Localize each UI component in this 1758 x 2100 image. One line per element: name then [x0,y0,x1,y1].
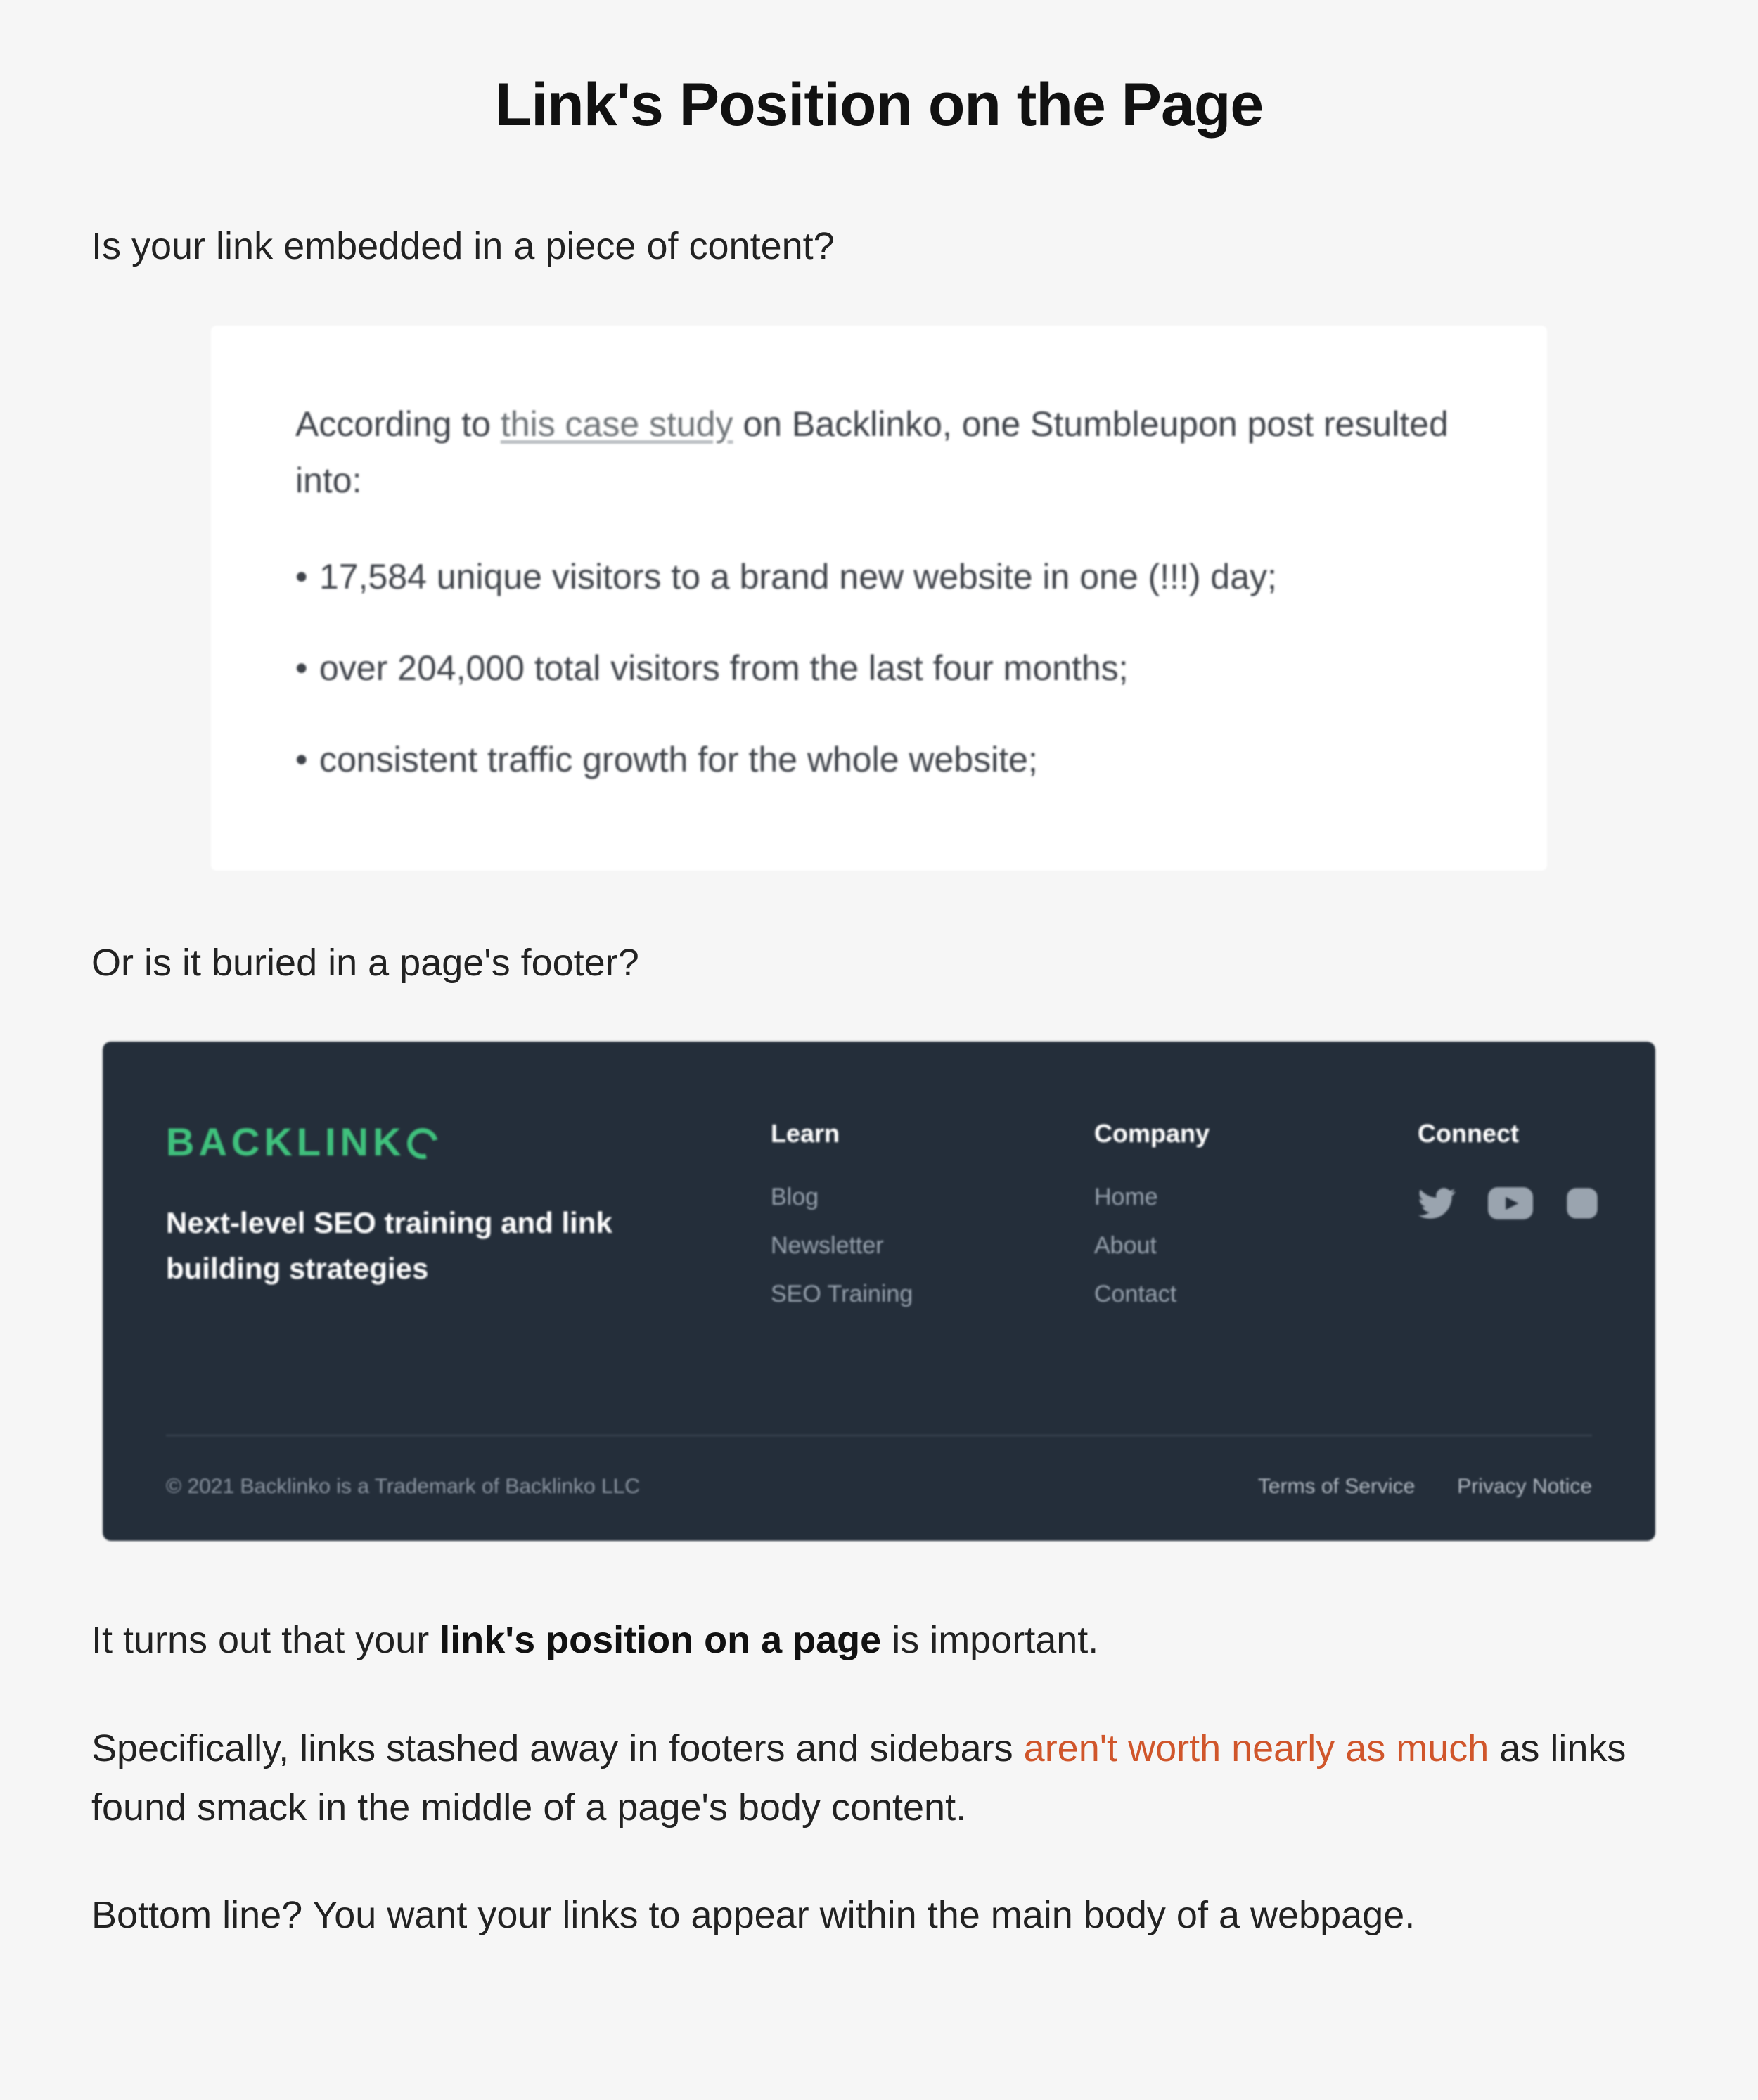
bullet-item: 17,584 unique visitors to a brand new we… [295,551,1463,603]
body-para-specifically: Specifically, links stashed away in foot… [91,1720,1667,1837]
footer-link-seo-training[interactable]: SEO Training [771,1281,1066,1308]
footer-divider [166,1435,1592,1436]
brand-logo: BACKLINK [166,1119,743,1165]
section-heading: Link's Position on the Page [91,70,1667,140]
footer-col-title: Learn [771,1119,1066,1148]
intro-question-1: Is your link embedded in a piece of cont… [91,217,1667,276]
brand-text: BACKLINK [166,1119,405,1165]
case-study-link[interactable]: this case study [501,404,733,444]
footer-link-home[interactable]: Home [1094,1184,1390,1211]
text-fragment: Specifically, links stashed away in foot… [91,1727,1024,1769]
instagram-icon[interactable] [1564,1185,1600,1225]
text-fragment: It turns out that your [91,1619,440,1661]
footer-link-newsletter[interactable]: Newsletter [771,1232,1066,1260]
youtube-icon[interactable] [1488,1187,1533,1223]
footer-link-contact[interactable]: Contact [1094,1281,1390,1308]
bullet-item: over 204,000 total visitors from the las… [295,642,1463,695]
copyright-text: © 2021 Backlinko is a Trademark of Backl… [166,1475,640,1499]
brand-tagline: Next-level SEO training and link buildin… [166,1200,637,1291]
terms-link[interactable]: Terms of Service [1258,1475,1415,1499]
footer-link-about[interactable]: About [1094,1232,1390,1260]
bold-phrase: link's position on a page [440,1619,881,1661]
footer-link-blog[interactable]: Blog [771,1184,1066,1211]
twitter-icon[interactable] [1418,1184,1457,1227]
brand-o-icon [402,1122,444,1165]
footer-example-card: BACKLINK Next-level SEO training and lin… [103,1042,1655,1541]
content-example-card: According to this case study on Backlink… [211,326,1547,871]
footer-col-learn: Learn Blog Newsletter SEO Training [771,1119,1066,1329]
body-para-bottomline: Bottom line? You want your links to appe… [91,1886,1667,1945]
privacy-link[interactable]: Privacy Notice [1457,1475,1592,1499]
bullet-item: consistent traffic growth for the whole … [295,734,1463,786]
footer-col-title: Connect [1418,1119,1600,1148]
text-fragment: is important. [881,1619,1098,1661]
footer-col-company: Company Home About Contact [1094,1119,1390,1329]
example-bullet-list: 17,584 unique visitors to a brand new we… [295,551,1463,786]
not-worth-link[interactable]: aren't worth nearly as much [1024,1727,1489,1769]
body-para-importance: It turns out that your link's position o… [91,1611,1667,1670]
intro-question-2: Or is it buried in a page's footer? [91,934,1667,993]
example-lead: According to this case study on Backlink… [295,396,1463,508]
footer-col-title: Company [1094,1119,1390,1148]
footer-col-connect: Connect [1418,1119,1600,1227]
lead-before: According to [295,404,501,444]
